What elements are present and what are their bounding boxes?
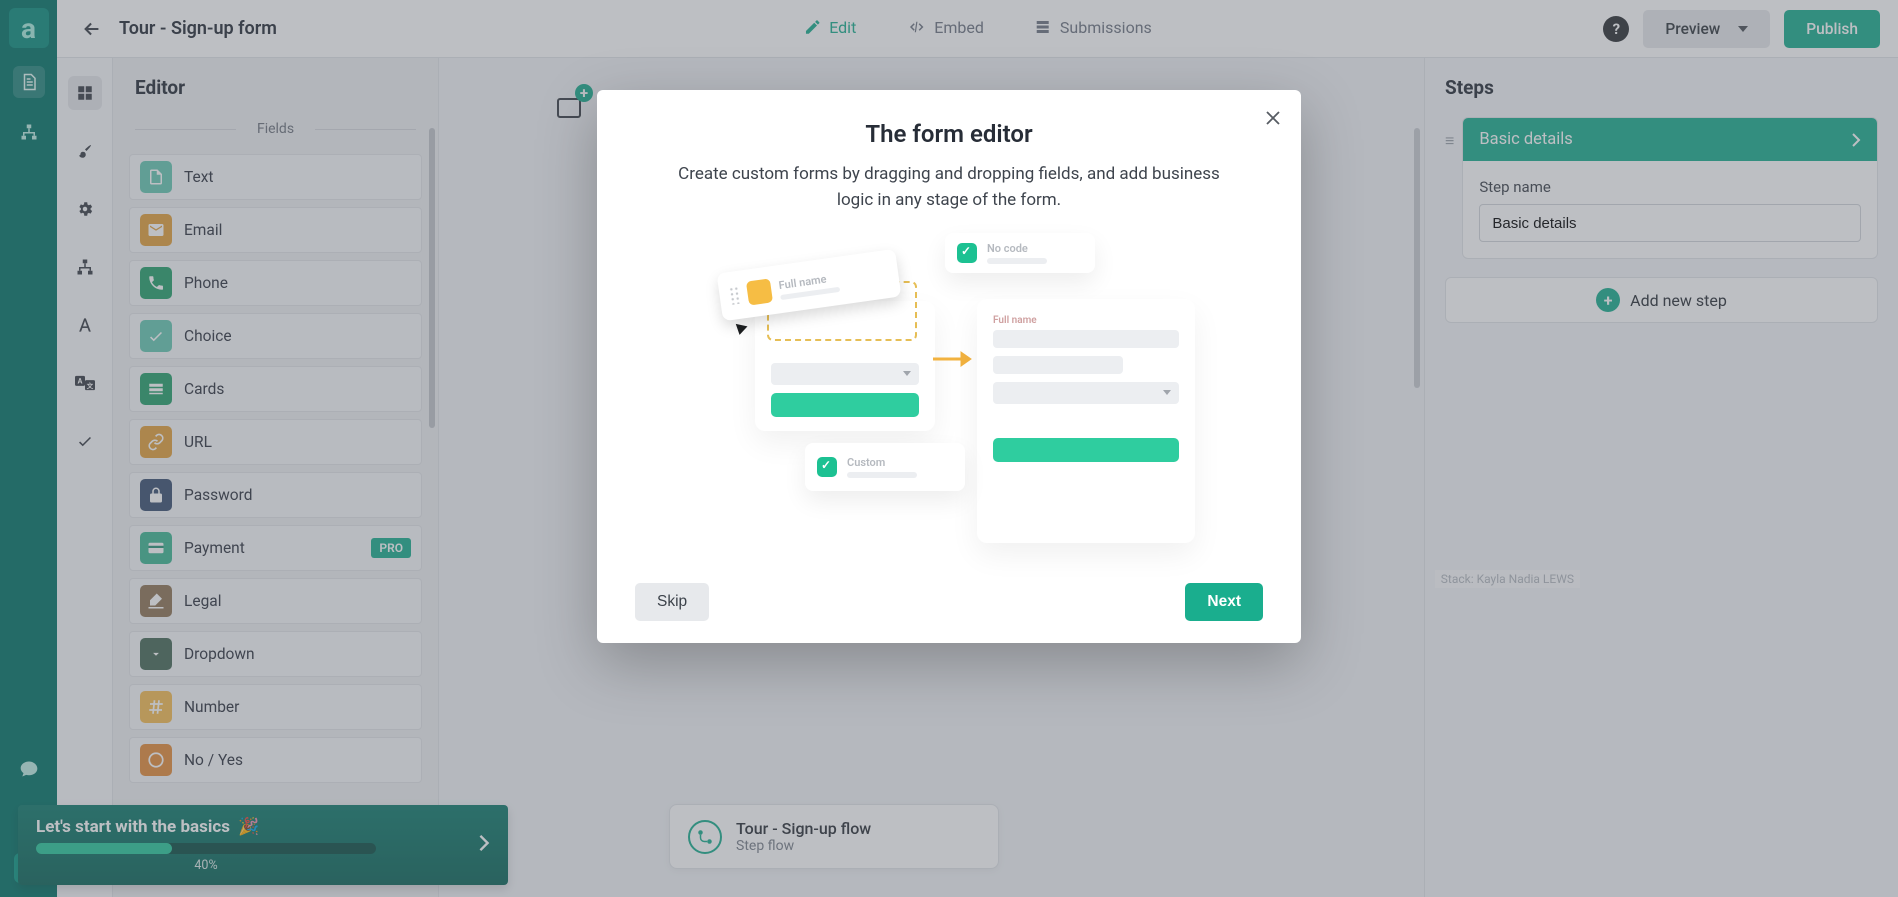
pill-custom: Custom	[805, 443, 965, 491]
modal-close-button[interactable]	[1259, 104, 1287, 132]
illus-card-right: Full name	[977, 299, 1195, 543]
modal-skip-label: Skip	[657, 593, 687, 611]
pill-nocode: No code	[945, 233, 1095, 273]
arrow-right-icon	[931, 349, 975, 369]
modal-skip-button[interactable]: Skip	[635, 583, 709, 621]
modal-next-button[interactable]: Next	[1185, 583, 1263, 621]
modal-body: Create custom forms by dragging and drop…	[669, 162, 1229, 213]
modal-overlay[interactable]: The form editor Create custom forms by d…	[0, 0, 1898, 897]
modal-illustration: No code Full name Full name	[635, 233, 1263, 573]
modal-title: The form editor	[635, 120, 1263, 148]
modal-next-label: Next	[1207, 593, 1241, 611]
modal: The form editor Create custom forms by d…	[597, 90, 1301, 643]
